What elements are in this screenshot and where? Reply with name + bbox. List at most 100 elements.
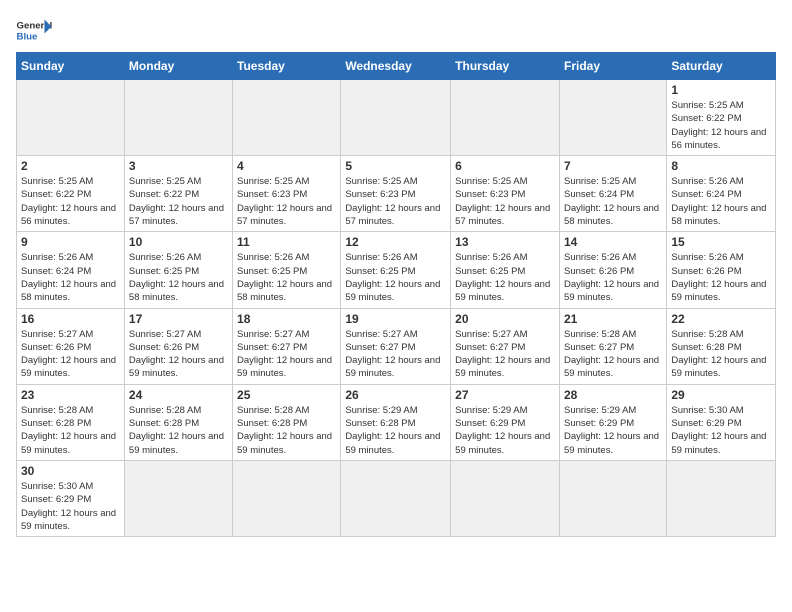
day-number: 5 bbox=[345, 159, 446, 173]
day-info: Sunrise: 5:25 AMSunset: 6:22 PMDaylight:… bbox=[671, 99, 771, 152]
calendar-cell bbox=[17, 80, 125, 156]
calendar-cell: 30 Sunrise: 5:30 AMSunset: 6:29 PMDayligh… bbox=[17, 460, 125, 536]
calendar-cell: 20 Sunrise: 5:27 AMSunset: 6:27 PMDayligh… bbox=[451, 308, 560, 384]
calendar-cell bbox=[451, 460, 560, 536]
calendar-table: SundayMondayTuesdayWednesdayThursdayFrid… bbox=[16, 52, 776, 537]
day-info: Sunrise: 5:27 AMSunset: 6:26 PMDaylight:… bbox=[129, 328, 228, 381]
day-number: 16 bbox=[21, 312, 120, 326]
day-number: 18 bbox=[237, 312, 336, 326]
calendar-cell: 24 Sunrise: 5:28 AMSunset: 6:28 PMDayligh… bbox=[124, 384, 232, 460]
calendar-week-1: 1 Sunrise: 5:25 AMSunset: 6:22 PMDaylight… bbox=[17, 80, 776, 156]
calendar-cell: 12Sunrise: 5:26 AMSunset: 6:25 PMDayligh… bbox=[341, 232, 451, 308]
day-number: 25 bbox=[237, 388, 336, 402]
page-header: General Blue bbox=[16, 16, 776, 44]
day-info: Sunrise: 5:27 AMSunset: 6:27 PMDaylight:… bbox=[345, 328, 446, 381]
day-info: Sunrise: 5:28 AMSunset: 6:28 PMDaylight:… bbox=[129, 404, 228, 457]
calendar-cell: 3Sunrise: 5:25 AMSunset: 6:22 PMDaylight… bbox=[124, 156, 232, 232]
calendar-cell: 16 Sunrise: 5:27 AMSunset: 6:26 PMDayligh… bbox=[17, 308, 125, 384]
weekday-header-sunday: Sunday bbox=[17, 53, 125, 80]
calendar-cell: 17 Sunrise: 5:27 AMSunset: 6:26 PMDayligh… bbox=[124, 308, 232, 384]
calendar-cell: 26 Sunrise: 5:29 AMSunset: 6:28 PMDayligh… bbox=[341, 384, 451, 460]
day-info: Sunrise: 5:27 AMSunset: 6:27 PMDaylight:… bbox=[455, 328, 555, 381]
day-number: 22 bbox=[671, 312, 771, 326]
day-info: Sunrise: 5:25 AMSunset: 6:23 PMDaylight:… bbox=[345, 175, 446, 228]
day-number: 19 bbox=[345, 312, 446, 326]
day-number: 7 bbox=[564, 159, 662, 173]
calendar-cell: 10Sunrise: 5:26 AMSunset: 6:25 PMDayligh… bbox=[124, 232, 232, 308]
calendar-cell: 5 Sunrise: 5:25 AMSunset: 6:23 PMDaylight… bbox=[341, 156, 451, 232]
weekday-header-thursday: Thursday bbox=[451, 53, 560, 80]
calendar-week-4: 16 Sunrise: 5:27 AMSunset: 6:26 PMDayligh… bbox=[17, 308, 776, 384]
logo: General Blue bbox=[16, 16, 52, 44]
calendar-cell bbox=[559, 80, 666, 156]
day-info: Sunrise: 5:28 AMSunset: 6:27 PMDaylight:… bbox=[564, 328, 662, 381]
day-info: Sunrise: 5:26 AMSunset: 6:26 PMDaylight:… bbox=[671, 251, 771, 304]
weekday-header-saturday: Saturday bbox=[667, 53, 776, 80]
day-number: 17 bbox=[129, 312, 228, 326]
day-info: Sunrise: 5:26 AMSunset: 6:26 PMDaylight:… bbox=[564, 251, 662, 304]
day-number: 4 bbox=[237, 159, 336, 173]
day-number: 20 bbox=[455, 312, 555, 326]
day-info: Sunrise: 5:25 AMSunset: 6:24 PMDaylight:… bbox=[564, 175, 662, 228]
day-info: Sunrise: 5:26 AMSunset: 6:25 PMDaylight:… bbox=[129, 251, 228, 304]
calendar-cell bbox=[233, 460, 341, 536]
day-info: Sunrise: 5:29 AMSunset: 6:28 PMDaylight:… bbox=[345, 404, 446, 457]
calendar-cell bbox=[233, 80, 341, 156]
day-info: Sunrise: 5:25 AMSunset: 6:22 PMDaylight:… bbox=[129, 175, 228, 228]
logo-icon: General Blue bbox=[16, 16, 52, 44]
day-number: 24 bbox=[129, 388, 228, 402]
svg-text:Blue: Blue bbox=[17, 32, 38, 43]
weekday-header-wednesday: Wednesday bbox=[341, 53, 451, 80]
day-number: 30 bbox=[21, 464, 120, 478]
calendar-cell: 25Sunrise: 5:28 AMSunset: 6:28 PMDayligh… bbox=[233, 384, 341, 460]
day-info: Sunrise: 5:25 AMSunset: 6:23 PMDaylight:… bbox=[455, 175, 555, 228]
day-number: 14 bbox=[564, 235, 662, 249]
day-number: 27 bbox=[455, 388, 555, 402]
calendar-cell: 21 Sunrise: 5:28 AMSunset: 6:27 PMDayligh… bbox=[559, 308, 666, 384]
calendar-cell bbox=[124, 460, 232, 536]
day-number: 15 bbox=[671, 235, 771, 249]
day-info: Sunrise: 5:26 AMSunset: 6:25 PMDaylight:… bbox=[455, 251, 555, 304]
day-number: 29 bbox=[671, 388, 771, 402]
day-info: Sunrise: 5:26 AMSunset: 6:24 PMDaylight:… bbox=[21, 251, 120, 304]
calendar-cell: 6 Sunrise: 5:25 AMSunset: 6:23 PMDaylight… bbox=[451, 156, 560, 232]
calendar-week-3: 9Sunrise: 5:26 AMSunset: 6:24 PMDaylight… bbox=[17, 232, 776, 308]
calendar-cell: 27 Sunrise: 5:29 AMSunset: 6:29 PMDayligh… bbox=[451, 384, 560, 460]
calendar-cell: 14 Sunrise: 5:26 AMSunset: 6:26 PMDayligh… bbox=[559, 232, 666, 308]
day-number: 23 bbox=[21, 388, 120, 402]
calendar-week-2: 2 Sunrise: 5:25 AMSunset: 6:22 PMDaylight… bbox=[17, 156, 776, 232]
day-number: 12 bbox=[345, 235, 446, 249]
day-number: 2 bbox=[21, 159, 120, 173]
weekday-header-row: SundayMondayTuesdayWednesdayThursdayFrid… bbox=[17, 53, 776, 80]
calendar-cell: 1 Sunrise: 5:25 AMSunset: 6:22 PMDaylight… bbox=[667, 80, 776, 156]
day-number: 1 bbox=[671, 83, 771, 97]
calendar-cell: 11Sunrise: 5:26 AMSunset: 6:25 PMDayligh… bbox=[233, 232, 341, 308]
calendar-cell: 28Sunrise: 5:29 AMSunset: 6:29 PMDayligh… bbox=[559, 384, 666, 460]
calendar-cell: 2 Sunrise: 5:25 AMSunset: 6:22 PMDaylight… bbox=[17, 156, 125, 232]
day-number: 11 bbox=[237, 235, 336, 249]
calendar-cell: 19 Sunrise: 5:27 AMSunset: 6:27 PMDayligh… bbox=[341, 308, 451, 384]
calendar-cell: 18 Sunrise: 5:27 AMSunset: 6:27 PMDayligh… bbox=[233, 308, 341, 384]
day-info: Sunrise: 5:28 AMSunset: 6:28 PMDaylight:… bbox=[21, 404, 120, 457]
weekday-header-monday: Monday bbox=[124, 53, 232, 80]
day-info: Sunrise: 5:25 AMSunset: 6:22 PMDaylight:… bbox=[21, 175, 120, 228]
calendar-cell: 4Sunrise: 5:25 AMSunset: 6:23 PMDaylight… bbox=[233, 156, 341, 232]
day-number: 21 bbox=[564, 312, 662, 326]
day-info: Sunrise: 5:26 AMSunset: 6:24 PMDaylight:… bbox=[671, 175, 771, 228]
day-number: 28 bbox=[564, 388, 662, 402]
day-info: Sunrise: 5:30 AMSunset: 6:29 PMDaylight:… bbox=[21, 480, 120, 533]
weekday-header-tuesday: Tuesday bbox=[233, 53, 341, 80]
calendar-cell: 8Sunrise: 5:26 AMSunset: 6:24 PMDaylight… bbox=[667, 156, 776, 232]
day-info: Sunrise: 5:27 AMSunset: 6:26 PMDaylight:… bbox=[21, 328, 120, 381]
calendar-cell bbox=[451, 80, 560, 156]
day-info: Sunrise: 5:27 AMSunset: 6:27 PMDaylight:… bbox=[237, 328, 336, 381]
day-number: 26 bbox=[345, 388, 446, 402]
day-info: Sunrise: 5:28 AMSunset: 6:28 PMDaylight:… bbox=[671, 328, 771, 381]
calendar-cell: 22 Sunrise: 5:28 AMSunset: 6:28 PMDayligh… bbox=[667, 308, 776, 384]
calendar-cell: 7 Sunrise: 5:25 AMSunset: 6:24 PMDaylight… bbox=[559, 156, 666, 232]
weekday-header-friday: Friday bbox=[559, 53, 666, 80]
calendar-header: SundayMondayTuesdayWednesdayThursdayFrid… bbox=[17, 53, 776, 80]
day-info: Sunrise: 5:29 AMSunset: 6:29 PMDaylight:… bbox=[455, 404, 555, 457]
day-number: 6 bbox=[455, 159, 555, 173]
calendar-cell bbox=[124, 80, 232, 156]
